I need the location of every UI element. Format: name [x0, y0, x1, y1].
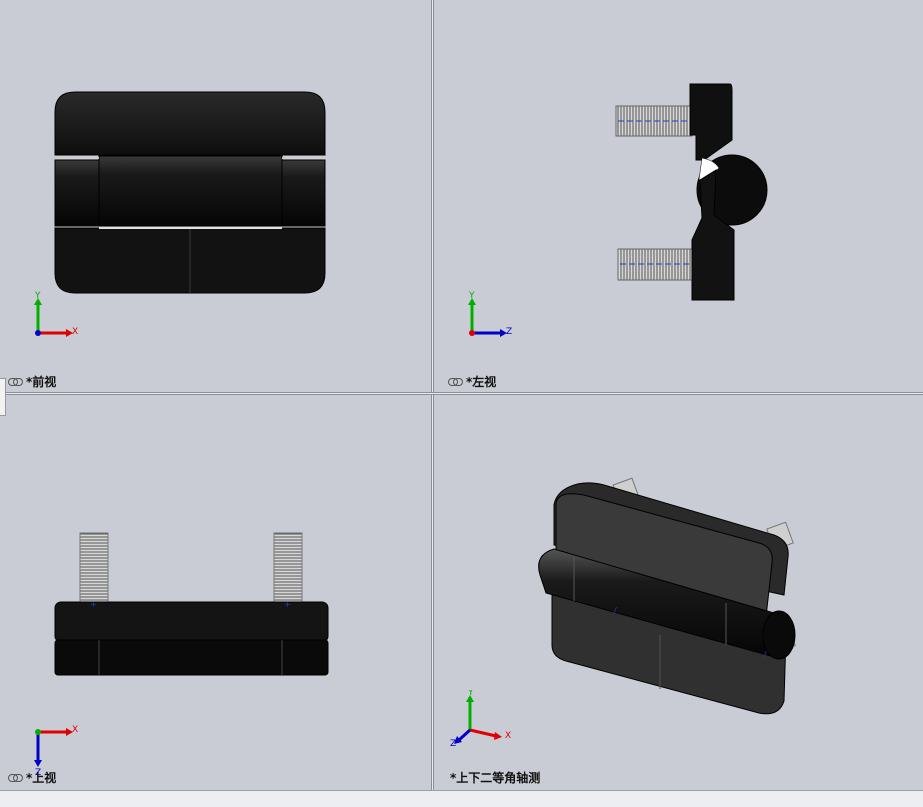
- left-view-title: *左视: [466, 375, 497, 389]
- axis-x-label: X: [505, 731, 511, 741]
- triad-axis-left: Z Y: [468, 291, 512, 337]
- triad-axis-iso: X Y Z: [450, 690, 511, 749]
- axis-y-label: Y: [468, 291, 475, 301]
- link-views-icon[interactable]: [8, 773, 23, 782]
- axis-x-label: X: [72, 327, 78, 337]
- svg-text:/: /: [764, 650, 767, 659]
- top-viewport[interactable]: + + X Z *上视: [0, 395, 431, 788]
- left-viewport[interactable]: Z Y *左视: [434, 0, 923, 392]
- triad-axis-top: X Z: [34, 725, 78, 775]
- triad-axis-front: X Y: [34, 291, 78, 337]
- top-view-label: *上视: [8, 769, 56, 786]
- top-view-title: *上视: [26, 771, 57, 785]
- link-views-icon[interactable]: [8, 377, 23, 386]
- vertical-splitter[interactable]: [431, 0, 434, 790]
- axis-y-label: Y: [467, 690, 474, 698]
- svg-text:+: +: [284, 600, 291, 609]
- axis-z-label: Z: [506, 327, 512, 337]
- front-view-label: *前视: [8, 373, 56, 390]
- axis-z-label: Z: [450, 739, 456, 749]
- isometric-view-label: *上下二等角轴测: [450, 769, 540, 786]
- front-viewport[interactable]: X Y *前视: [0, 0, 431, 392]
- panel-collapse-handle[interactable]: [0, 378, 6, 416]
- horizontal-splitter[interactable]: [0, 392, 923, 395]
- axis-x-label: X: [72, 725, 78, 735]
- status-bar: [0, 790, 923, 807]
- link-views-icon[interactable]: [448, 377, 463, 386]
- isometric-viewport[interactable]: / / X Y Z *上下二等角轴测: [434, 395, 923, 788]
- front-view-title: *前视: [26, 375, 57, 389]
- axis-y-label: Y: [34, 291, 41, 301]
- svg-text:+: +: [90, 600, 97, 609]
- svg-text:/: /: [614, 606, 617, 615]
- isometric-view-title: *上下二等角轴测: [450, 771, 541, 785]
- left-view-label: *左视: [448, 373, 496, 390]
